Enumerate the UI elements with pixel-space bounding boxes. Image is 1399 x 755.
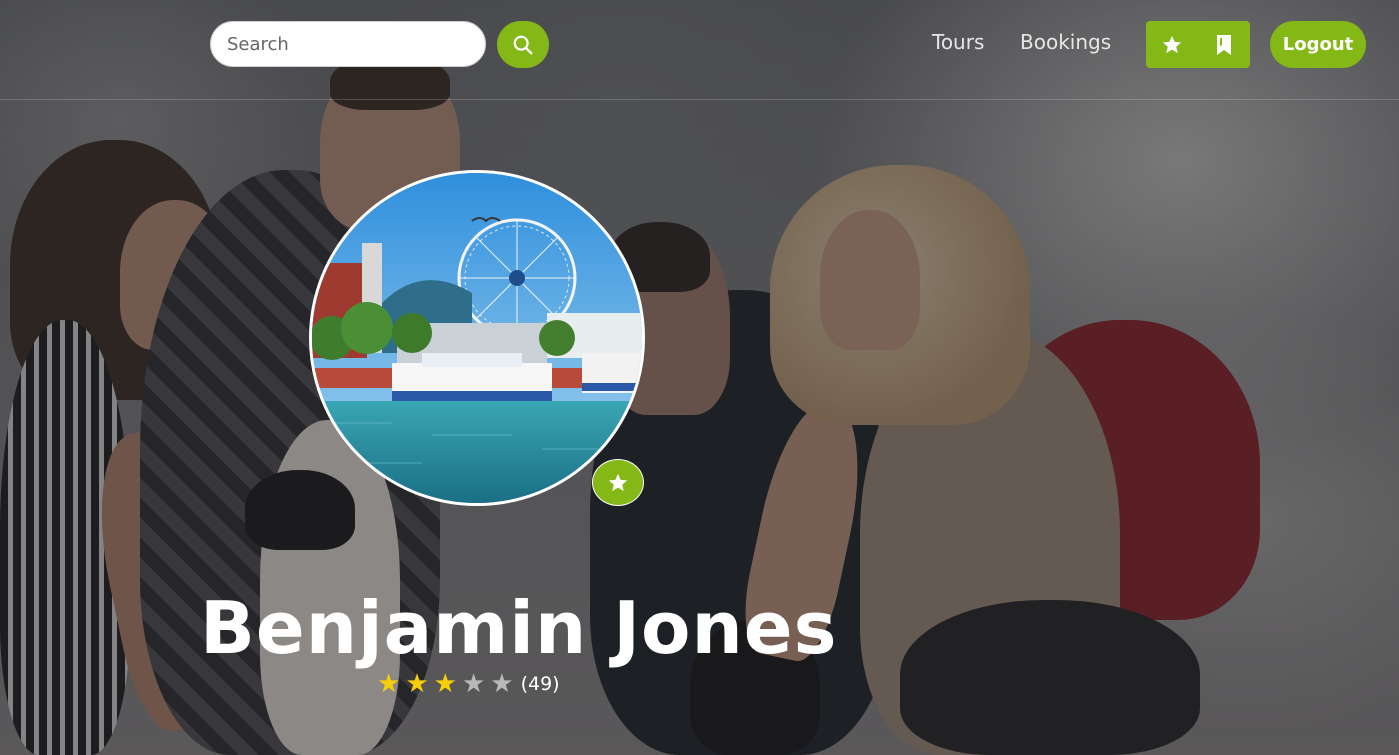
star-filled-icon: ★: [377, 669, 401, 699]
rating: ★ ★ ★ ★ ★ (49): [377, 670, 560, 698]
search-input[interactable]: [210, 21, 486, 67]
logout-button[interactable]: Logout: [1270, 21, 1366, 68]
nav-link-tours[interactable]: Tours: [932, 30, 984, 54]
favorites-button[interactable]: [1146, 21, 1198, 68]
profile-name: Benjamin Jones: [200, 586, 838, 671]
star-icon: [608, 473, 628, 491]
rating-stars: ★ ★ ★ ★ ★: [377, 670, 519, 698]
search-icon: [513, 35, 533, 54]
review-count: (49): [520, 673, 560, 695]
bookmark-icon: [1217, 34, 1231, 55]
profile-avatar: [309, 170, 645, 506]
nav-link-bookings[interactable]: Bookings: [1020, 30, 1111, 54]
star-filled-icon: ★: [433, 669, 457, 699]
star-empty-icon: ★: [461, 669, 486, 699]
avatar-image: [312, 173, 642, 503]
favorite-badge-button[interactable]: [592, 459, 644, 506]
quick-actions-group: [1146, 21, 1250, 68]
search-button[interactable]: [497, 21, 549, 68]
star-empty-icon: ★: [490, 669, 514, 699]
saved-button[interactable]: [1198, 21, 1250, 68]
top-navbar: Tours Bookings Logout: [0, 0, 1399, 100]
star-filled-icon: ★: [405, 669, 429, 699]
star-icon: [1162, 35, 1182, 53]
